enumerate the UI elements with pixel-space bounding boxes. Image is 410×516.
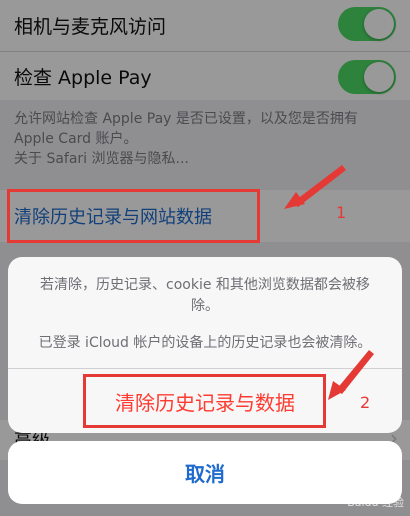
annotation-arrow-2-icon: [328, 350, 374, 400]
annotation-arrow-1-icon: [284, 165, 346, 209]
annotation-arrows: [284, 165, 374, 400]
watermark: Baidu 经验: [347, 496, 404, 509]
